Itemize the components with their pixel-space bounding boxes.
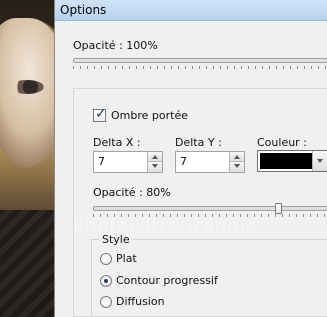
delta-y-spinner-buttons xyxy=(229,152,244,172)
photo-scarf xyxy=(0,210,60,317)
chevron-down-icon xyxy=(234,164,240,168)
delta-x-down-button[interactable] xyxy=(148,162,162,172)
style-group-title: Style xyxy=(99,233,133,246)
style-plat-radio[interactable] xyxy=(100,253,112,265)
slider-ticks xyxy=(73,66,327,69)
slider-track xyxy=(93,206,327,211)
chevron-down-icon xyxy=(317,159,323,163)
style-contour-progressif-label: Contour progressif xyxy=(116,274,218,287)
delta-y-value: 7 xyxy=(180,155,187,168)
slider-track xyxy=(73,58,327,63)
check-mark-icon: ✓ xyxy=(95,106,107,122)
delta-y-up-button[interactable] xyxy=(230,152,244,162)
delta-y-label: Delta Y : xyxy=(175,136,222,149)
delta-y-down-button[interactable] xyxy=(230,162,244,172)
drop-shadow-label: Ombre portée xyxy=(111,109,188,122)
chevron-up-icon xyxy=(234,155,240,159)
background-photo xyxy=(0,0,60,317)
top-opacity-label: Opacité : 100% xyxy=(73,39,158,52)
slider-thumb[interactable] xyxy=(275,203,282,214)
photo-eye xyxy=(10,80,44,94)
shadow-opacity-label: Opacité : 80% xyxy=(93,186,171,199)
delta-y-spinner[interactable]: 7 xyxy=(175,151,245,173)
delta-x-up-button[interactable] xyxy=(148,152,162,162)
style-plat-label: Plat xyxy=(116,252,137,265)
delta-x-spinner[interactable]: 7 xyxy=(93,151,163,173)
chevron-down-icon xyxy=(152,164,158,168)
top-opacity-slider[interactable] xyxy=(73,55,327,69)
shadow-color-dropdown[interactable] xyxy=(257,150,327,172)
window-titlebar: Options xyxy=(55,0,327,21)
style-contour-progressif-radio[interactable] xyxy=(100,275,112,287)
shadow-opacity-slider[interactable] xyxy=(93,203,327,217)
shadow-color-swatch xyxy=(260,153,314,169)
delta-x-spinner-buttons xyxy=(147,152,162,172)
options-dialog: Options Opacité : 100% ✓ Ombre portée De… xyxy=(54,0,327,317)
style-diffusion-radio[interactable] xyxy=(100,296,112,308)
drop-shadow-checkbox[interactable]: ✓ xyxy=(93,106,107,122)
style-diffusion-label: Diffusion xyxy=(116,295,165,308)
color-label: Couleur : xyxy=(257,136,307,149)
delta-x-label: Delta X : xyxy=(93,136,141,149)
chevron-up-icon xyxy=(152,155,158,159)
color-dropdown-button[interactable] xyxy=(312,151,327,171)
delta-x-value: 7 xyxy=(98,155,105,168)
window-title: Options xyxy=(60,3,107,17)
